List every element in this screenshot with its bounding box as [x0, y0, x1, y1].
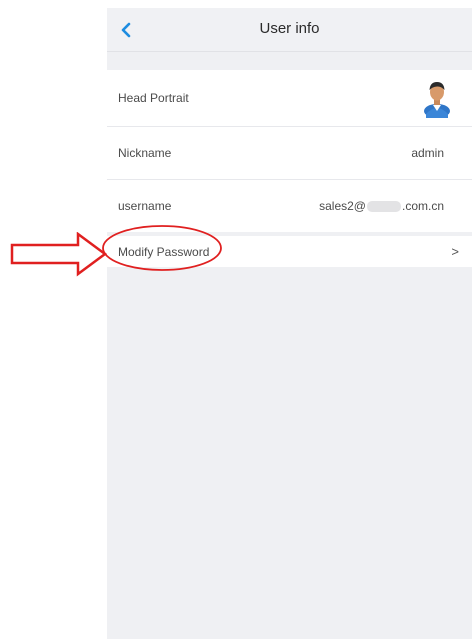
chevron-right-icon: > [451, 244, 459, 259]
nickname-value: admin [411, 146, 444, 160]
right-arrow-outline-icon [10, 232, 108, 277]
navigation-bar: User info [107, 8, 472, 52]
username-label: username [118, 199, 172, 213]
page-title: User info [259, 20, 320, 37]
username-value-suffix: .com.cn [401, 199, 444, 213]
head-portrait-label: Head Portrait [118, 91, 189, 105]
redacted-blur [366, 201, 401, 213]
head-portrait-row[interactable]: Head Portrait [107, 70, 472, 127]
username-value-prefix: sales2@ [319, 199, 366, 213]
nickname-row[interactable]: Nickname admin [107, 127, 472, 180]
username-value: sales2@ .com.cn [319, 199, 444, 213]
user-avatar-icon [424, 82, 450, 118]
nickname-label: Nickname [118, 146, 172, 160]
ellipse-highlight-icon [102, 225, 222, 271]
user-info-list: Head Portrait Nickname admin username sa… [107, 70, 472, 232]
app-screen: User info Head Portrait Nickname admin u… [107, 8, 472, 639]
